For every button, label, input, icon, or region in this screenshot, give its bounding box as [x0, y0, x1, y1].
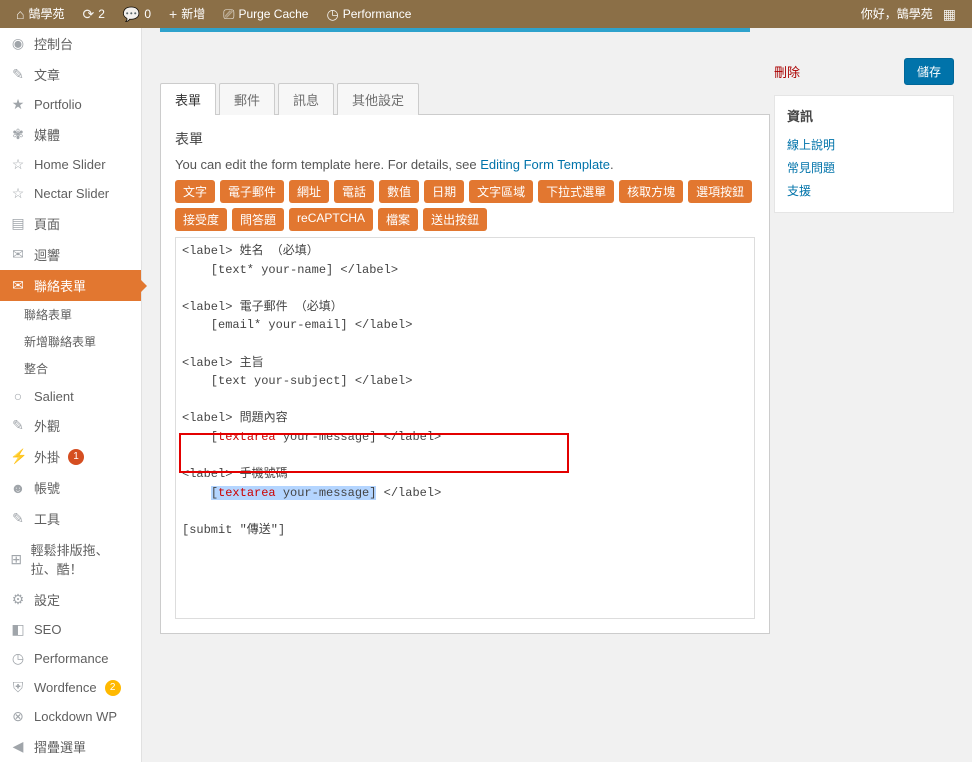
menu-seo[interactable]: ◧SEO	[0, 615, 141, 644]
submenu-contact-add[interactable]: 新增聯絡表單	[0, 328, 141, 355]
tag-email[interactable]: 電子郵件	[220, 180, 284, 203]
info-title: 資訊	[787, 106, 941, 125]
refresh-icon: ⟳	[82, 0, 94, 28]
panel-description: You can edit the form template here. For…	[175, 157, 755, 172]
tag-acceptance[interactable]: 接受度	[175, 208, 227, 231]
menu-dnd[interactable]: ⊞輕鬆排版拖、拉、酷！	[0, 534, 141, 584]
info-support-link[interactable]: 支援	[787, 179, 941, 202]
menu-plugins[interactable]: ⚡外掛 1	[0, 441, 141, 472]
menu-users[interactable]: ☻帳號	[0, 472, 141, 503]
tag-tel[interactable]: 電話	[334, 180, 374, 203]
ab-comments[interactable]: 💬0	[115, 0, 159, 28]
slider-icon: ⚙	[10, 591, 26, 608]
tag-url[interactable]: 網址	[289, 180, 329, 203]
dashboard-icon: ◉	[10, 35, 26, 52]
admin-bar: ⌂鵠學苑 ⟳2 💬0 +新增 ⎚Purge Cache ◷Performance…	[0, 0, 972, 28]
plug-icon: ⚡	[10, 448, 26, 465]
tag-radio[interactable]: 選項按鈕	[688, 180, 752, 203]
tag-file[interactable]: 檔案	[378, 208, 418, 231]
menu-salient[interactable]: ○Salient	[0, 382, 141, 410]
ab-perf[interactable]: ◷Performance	[318, 0, 419, 28]
ab-account[interactable]: 你好，鵠學苑▦	[853, 0, 964, 28]
submenu-contact-integration[interactable]: 整合	[0, 355, 141, 382]
info-box: 資訊 線上說明 常見問題 支援	[774, 95, 954, 213]
menu-dashboard[interactable]: ◉控制台	[0, 28, 141, 59]
gauge-icon: ◷	[10, 650, 26, 667]
menu-posts[interactable]: ✎文章	[0, 59, 141, 90]
tab-bar: 表單 郵件 訊息 其他設定	[160, 83, 770, 115]
tag-dropdown[interactable]: 下拉式選單	[538, 180, 614, 203]
tag-text[interactable]: 文字	[175, 180, 215, 203]
pin-icon: ✎	[10, 66, 26, 83]
tag-textarea[interactable]: 文字區域	[469, 180, 533, 203]
user-icon: ☻	[10, 480, 26, 496]
collapse-icon: ◀	[10, 738, 26, 755]
page-icon: ▤	[10, 215, 26, 232]
plus-icon: +	[169, 0, 177, 28]
shield-icon: ⛨	[10, 679, 26, 696]
menu-lockdown[interactable]: ⊗Lockdown WP	[0, 702, 141, 731]
tag-recaptcha[interactable]: reCAPTCHA	[289, 208, 373, 231]
menu-appearance[interactable]: ✎外觀	[0, 410, 141, 441]
tag-row: 文字 電子郵件 網址 電話 數值 日期 文字區域 下拉式選單 核取方塊 選項按鈕…	[175, 180, 755, 231]
tag-submit[interactable]: 送出按鈕	[423, 208, 487, 231]
wordfence-count-badge: 2	[105, 680, 121, 696]
menu-nectar-slider[interactable]: ☆Nectar Slider	[0, 179, 141, 208]
menu-comments[interactable]: ✉迴響	[0, 239, 141, 270]
tag-checkbox[interactable]: 核取方塊	[619, 180, 683, 203]
seo-icon: ◧	[10, 621, 26, 638]
tab-additional[interactable]: 其他設定	[337, 83, 419, 115]
wrench-icon: ✎	[10, 510, 26, 527]
tag-quiz[interactable]: 問答題	[232, 208, 284, 231]
ab-new[interactable]: +新增	[161, 0, 213, 28]
star-icon: ⊞	[10, 551, 23, 568]
tag-date[interactable]: 日期	[424, 180, 464, 203]
comment-icon: 💬	[123, 0, 140, 28]
tab-mail[interactable]: 郵件	[219, 83, 275, 115]
avatar-icon: ▦	[943, 0, 956, 28]
home-icon: ⌂	[16, 0, 24, 28]
menu-collapse[interactable]: ◀摺疊選單	[0, 731, 141, 762]
tab-form[interactable]: 表單	[160, 83, 216, 115]
menu-tools[interactable]: ✎工具	[0, 503, 141, 534]
ab-site[interactable]: ⌂鵠學苑	[8, 0, 72, 28]
menu-pages[interactable]: ▤頁面	[0, 208, 141, 239]
menu-home-slider[interactable]: ☆Home Slider	[0, 150, 141, 179]
tab-messages[interactable]: 訊息	[278, 83, 334, 115]
menu-contact[interactable]: ✉聯絡表單	[0, 270, 141, 301]
panel-heading: 表單	[175, 129, 755, 149]
form-template-textarea[interactable]: <label> 姓名 （必填） [text* your-name] </labe…	[175, 237, 755, 619]
menu-media[interactable]: ✾媒體	[0, 119, 141, 150]
brush-icon: ✎	[10, 417, 26, 434]
menu-portfolio[interactable]: ★Portfolio	[0, 90, 141, 119]
info-doc-link[interactable]: 線上說明	[787, 133, 941, 156]
progress-strip	[160, 28, 750, 32]
db-icon: ⎚	[223, 0, 234, 28]
mail-icon: ✉	[10, 277, 26, 294]
plugin-count-badge: 1	[68, 449, 84, 465]
ab-updates[interactable]: ⟳2	[74, 0, 112, 28]
star-icon: ★	[10, 96, 26, 113]
admin-sidebar: ◉控制台 ✎文章 ★Portfolio ✾媒體 ☆Home Slider ☆Ne…	[0, 28, 142, 762]
info-faq-link[interactable]: 常見問題	[787, 156, 941, 179]
star-icon: ☆	[10, 185, 26, 202]
media-icon: ✾	[10, 126, 26, 143]
menu-wordfence[interactable]: ⛨Wordfence 2	[0, 673, 141, 702]
save-button[interactable]: 儲存	[904, 58, 954, 85]
submenu-contact-list[interactable]: 聯絡表單	[0, 301, 141, 328]
lock-icon: ⊗	[10, 708, 26, 725]
tag-number[interactable]: 數值	[379, 180, 419, 203]
star-icon: ☆	[10, 156, 26, 173]
doc-link[interactable]: Editing Form Template	[480, 157, 610, 172]
delete-link[interactable]: 刪除	[774, 62, 800, 81]
ab-purge[interactable]: ⎚Purge Cache	[215, 0, 316, 28]
menu-performance[interactable]: ◷Performance	[0, 644, 141, 673]
circle-icon: ○	[10, 388, 26, 404]
comment-icon: ✉	[10, 246, 26, 263]
gauge-icon: ◷	[326, 0, 338, 28]
menu-settings[interactable]: ⚙設定	[0, 584, 141, 615]
